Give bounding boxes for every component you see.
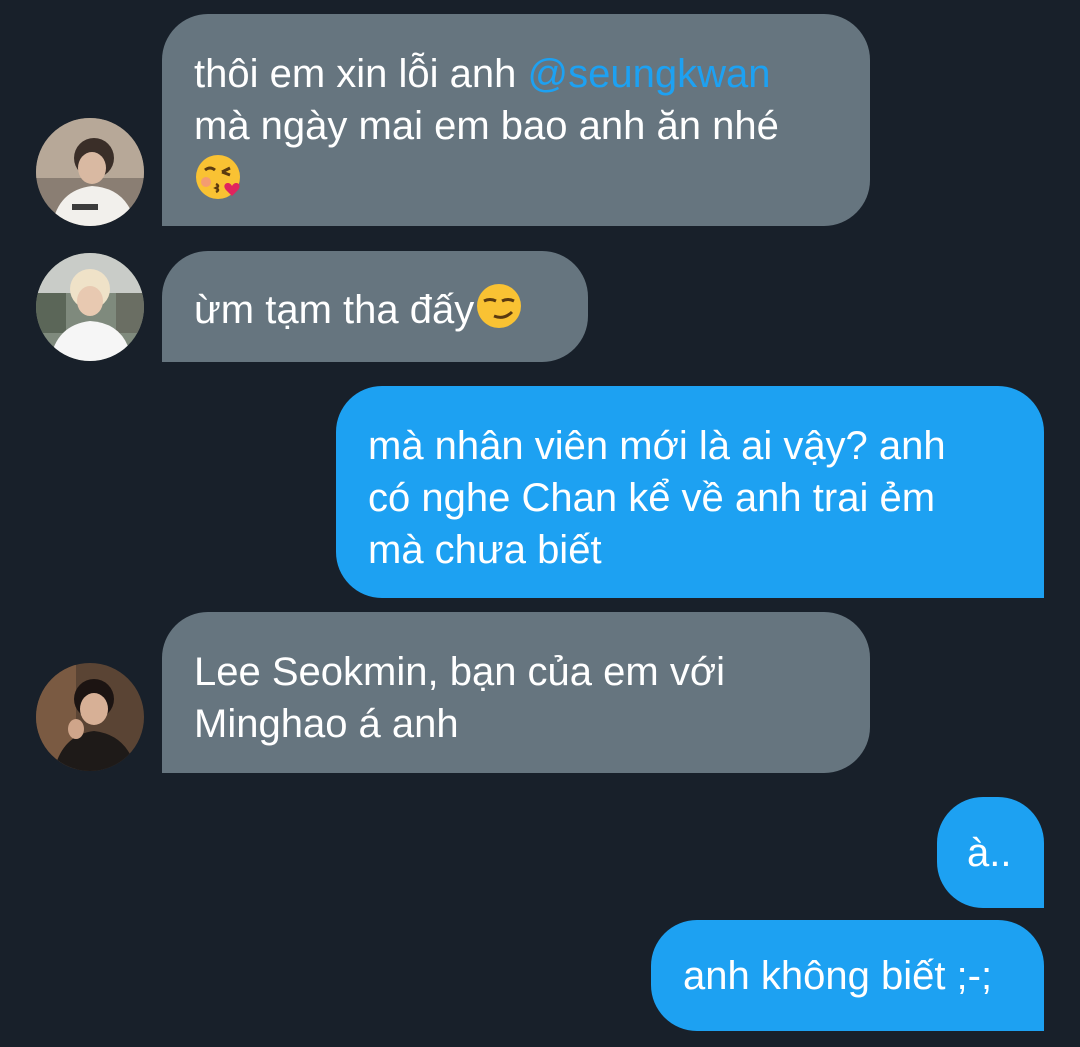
message-bubble-outgoing[interactable]: mà nhân viên mới là ai vậy? anh có nghe … xyxy=(336,386,1044,598)
avatar-photo xyxy=(36,663,144,771)
message-text: thôi em xin lỗi anh xyxy=(194,52,528,96)
message-bubble-outgoing[interactable]: à.. xyxy=(937,797,1044,908)
kissing-heart-emoji-icon xyxy=(196,155,240,199)
message-text: mà ngày mai em bao anh ăn nhé xyxy=(194,104,779,148)
message-bubble-outgoing[interactable]: anh không biết ;-; xyxy=(651,920,1044,1031)
sender-avatar[interactable] xyxy=(36,663,144,771)
message-text: mà nhân viên mới là ai vậy? anh xyxy=(368,424,946,468)
message-bubble-incoming[interactable]: Lee Seokmin, bạn của em với Minghao á an… xyxy=(162,612,870,773)
avatar-photo xyxy=(36,253,144,361)
smirking-face-emoji-icon xyxy=(477,284,522,328)
sender-avatar[interactable] xyxy=(36,253,144,361)
sender-avatar[interactable] xyxy=(36,118,144,226)
message-text: mà chưa biết xyxy=(368,528,602,572)
avatar-photo xyxy=(36,118,144,226)
message-text: Lee Seokmin, bạn của em với xyxy=(194,650,725,694)
message-bubble-incoming[interactable]: ừm tạm tha đấy xyxy=(162,251,588,362)
message-text: à.. xyxy=(967,831,1012,875)
conversation-thread[interactable]: thôi em xin lỗi anh @seungkwan mà ngày m… xyxy=(0,0,1080,1047)
mention-link[interactable]: @seungkwan xyxy=(528,52,771,96)
message-text: Minghao á anh xyxy=(194,702,459,746)
message-text: có nghe Chan kể về anh trai ẻm xyxy=(368,476,936,520)
message-text: anh không biết ;-; xyxy=(683,954,993,998)
message-bubble-incoming[interactable]: thôi em xin lỗi anh @seungkwan mà ngày m… xyxy=(162,14,870,226)
message-text: ừm tạm tha đấy xyxy=(194,288,475,332)
